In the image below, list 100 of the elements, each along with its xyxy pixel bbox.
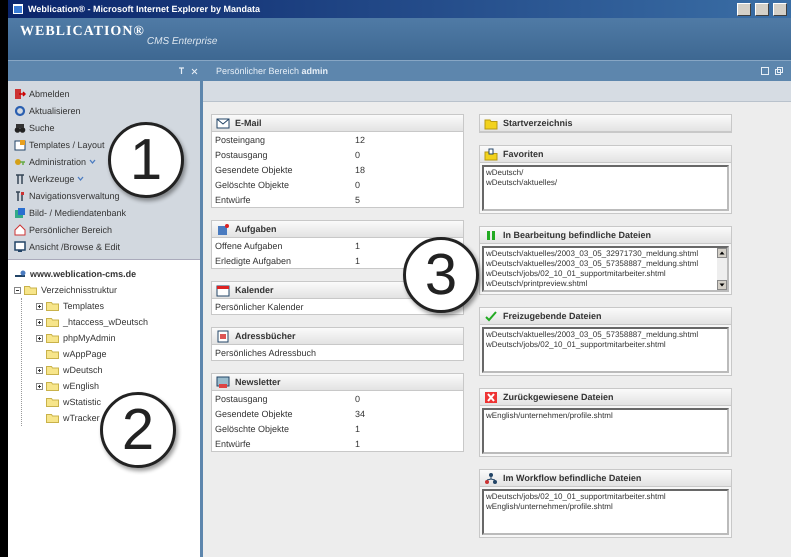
folder-icon [46, 317, 60, 327]
row-label[interactable]: Gesendete Objekte [215, 408, 355, 418]
check-icon [484, 310, 498, 322]
panel-title: Newsletter [235, 377, 281, 387]
folder-icon [46, 349, 60, 359]
list-box[interactable]: wDeutsch/ wDeutsch/aktuelles/ [482, 165, 729, 211]
list-item[interactable]: wDeutsch/jobs/02_10_01_supportmitarbeiter.shtml [486, 269, 715, 279]
row-label[interactable]: Posteingang [215, 134, 355, 144]
row-label[interactable]: Gelöschte Objekte [215, 424, 355, 434]
list-item[interactable]: wDeutsch/printpreview.shtml [486, 279, 715, 289]
edition-label: CMS Enterprise [146, 36, 218, 47]
folder-icon [46, 333, 60, 343]
template-icon [14, 138, 26, 150]
caret-icon [77, 176, 84, 182]
list-item[interactable]: wDeutsch/aktuelles/2003_03_05_32971730_meldung.shtml [486, 249, 715, 259]
expand-icon[interactable] [36, 382, 43, 390]
menu-item[interactable]: Administration [29, 156, 86, 166]
list-item[interactable]: wDeutsch/jobs/02_10_01_supportmitarbeiter.shtml [486, 492, 725, 502]
panel-title: Aufgaben [235, 224, 276, 234]
tree-item[interactable]: wStatistic [63, 397, 102, 407]
list-item[interactable]: wEnglish/unternehmen/profile.shtml [486, 502, 725, 512]
row-value: 0 [355, 150, 360, 160]
panel-title: In Bearbeitung befindliche Dateien [503, 230, 652, 240]
logo: WEBLICATION® [20, 24, 145, 40]
expand-icon[interactable] [36, 302, 43, 310]
panel-title: Kalender [235, 285, 274, 295]
row-label[interactable]: Entwürfe [215, 438, 355, 448]
tree-item[interactable]: wDeutsch [63, 365, 103, 375]
row-label[interactable]: Entwürfe [215, 194, 355, 204]
tree-item[interactable]: wAppPage [63, 349, 107, 359]
tree-item[interactable]: phpMyAdmin [63, 333, 116, 343]
panel-title: Favoriten [503, 149, 544, 159]
list-box[interactable]: wDeutsch/aktuelles/2003_03_05_57358887_meldung.shtml wDeutsch/jobs/02_10_01_supportmitarbeiter.shtml [482, 327, 729, 373]
menu-item[interactable]: Ansicht /Browse & Edit [29, 242, 120, 252]
menu-item[interactable]: Suche [29, 122, 55, 132]
folder-icon [46, 381, 60, 391]
list-box[interactable]: wDeutsch/jobs/02_10_01_supportmitarbeiter.shtml wEnglish/unternehmen/profile.shtml [482, 489, 729, 535]
close-button[interactable] [773, 2, 787, 16]
expand-icon[interactable] [36, 318, 43, 326]
menu-item[interactable]: Persönlicher Bereich [29, 224, 112, 234]
tree-item[interactable]: wEnglish [63, 381, 100, 391]
list-box[interactable]: wDeutsch/aktuelles/2003_03_05_32971730_meldung.shtml wDeutsch/aktuelles/2003_03_05_57358887_meldung.shtml wDeutsch/jobs/02_10_01_supportmitarbeiter.shtml wDeutsch/printpreview.shtml [482, 246, 729, 292]
workflow-icon [484, 472, 498, 484]
browser-icon [12, 3, 24, 15]
row-value: 1 [355, 256, 360, 266]
expand-icon[interactable] [36, 366, 43, 374]
close-icon [191, 67, 198, 75]
folder-icon [46, 301, 60, 311]
scroll-down-icon [717, 280, 727, 290]
reject-icon [484, 390, 498, 404]
row-value: 12 [355, 134, 366, 144]
tree-item[interactable]: Templates [63, 301, 104, 311]
monitor-icon [14, 240, 26, 252]
panel-title: E-Mail [235, 118, 262, 128]
menu-item[interactable]: Werkzeuge [29, 174, 74, 184]
breadcrumb: Persönlicher Bereich admin [215, 66, 330, 76]
panel-title: Freizugebende Dateien [503, 311, 602, 321]
row-label[interactable]: Gelöschte Objekte [215, 180, 355, 190]
minimize-button[interactable] [737, 2, 751, 16]
list-item[interactable]: wDeutsch/aktuelles/ [486, 178, 725, 188]
scroll-up-icon [717, 248, 727, 258]
refresh-icon [14, 104, 26, 116]
house-icon [14, 224, 26, 236]
pause-icon [484, 228, 498, 242]
tree-item[interactable]: Verzeichnisstruktur [41, 285, 118, 295]
row-value: 1 [355, 424, 360, 434]
row-value: 1 [355, 438, 360, 448]
tree-item[interactable]: wTracker [63, 413, 100, 423]
collapse-icon[interactable] [14, 286, 21, 294]
row-label[interactable]: Gesendete Objekte [215, 164, 355, 174]
list-item[interactable]: wDeutsch/aktuelles/2003_03_05_57358887_meldung.shtml [486, 330, 725, 340]
row-value: 18 [355, 164, 366, 174]
panel-title: Zurückgewiesene Dateien [503, 392, 614, 402]
maximize-button[interactable] [755, 2, 769, 16]
menu-item[interactable]: Templates / Layout [29, 140, 105, 150]
tree-item[interactable]: _htaccess_wDeutsch [63, 317, 148, 327]
list-item[interactable]: wDeutsch/aktuelles/2003_03_05_57358887_meldung.shtml [486, 259, 715, 269]
expand-icon[interactable] [36, 334, 43, 342]
folder-icon [46, 397, 60, 407]
task-icon [216, 222, 230, 236]
tree-root[interactable]: www.weblication-cms.de [30, 269, 136, 279]
caret-icon [89, 158, 96, 164]
panel-title: Adressbücher [235, 331, 296, 341]
list-item[interactable]: wDeutsch/jobs/02_10_01_supportmitarbeiter.shtml [486, 340, 725, 350]
image-icon [14, 206, 26, 218]
menu-item[interactable]: Aktualisieren [29, 106, 81, 116]
folder-icon [46, 365, 60, 375]
row-label[interactable]: Offene Aufgaben [215, 240, 355, 250]
panel-title: Im Workflow befindliche Dateien [503, 473, 642, 483]
list-item[interactable]: wEnglish/unternehmen/profile.shtml [486, 411, 725, 421]
exit-icon [14, 88, 26, 100]
menu-item[interactable]: Bild- / Mediendatenbank [29, 208, 126, 218]
list-box[interactable]: wEnglish/unternehmen/profile.shtml [482, 408, 729, 454]
row-label[interactable]: Erledigte Aufgaben [215, 256, 355, 266]
row-label[interactable]: Postausgang [215, 394, 355, 404]
menu-item[interactable]: Abmelden [29, 88, 70, 98]
row-value: 1 [355, 240, 360, 250]
row-label[interactable]: Postausgang [215, 150, 355, 160]
list-item[interactable]: wDeutsch/ [486, 168, 725, 178]
address-book-icon [216, 330, 230, 342]
